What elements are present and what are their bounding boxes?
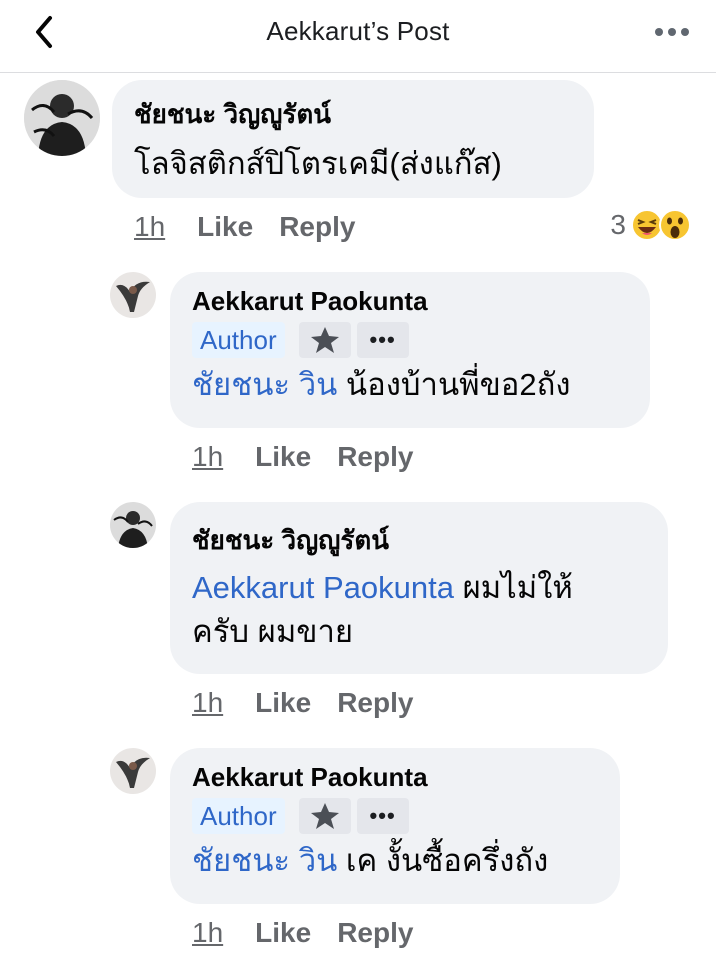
comment-author[interactable]: ชัยชนะ วิญญูรัตน์: [192, 520, 389, 561]
author-badge: Author: [192, 322, 285, 358]
comment-actions: 1h Like Reply: [192, 687, 439, 719]
comment-text: โลจิสติกส์ปิโตรเคมี(ส่งแก๊ส): [134, 146, 502, 181]
reaction-summary[interactable]: 3: [610, 208, 692, 242]
comment-message-line2: ครับ ผมขาย: [192, 614, 354, 649]
star-icon: [310, 803, 339, 829]
like-button[interactable]: Like: [255, 441, 311, 473]
like-button[interactable]: Like: [255, 917, 311, 949]
more-dots-icon: •••: [369, 327, 396, 352]
comment-bubble: ชัยชนะ วิญญูรัตน์ Aekkarut Paokunta ผมไม…: [170, 502, 668, 674]
star-icon: [310, 327, 339, 353]
avatar[interactable]: [24, 80, 100, 156]
comment-text: Aekkarut Paokunta ผมไม่ให้ ครับ ผมขาย: [192, 566, 573, 654]
comment-actions: 1h Like Reply: [134, 211, 381, 243]
comment-text: ชัยชนะ วิน น้องบ้านพี่ขอ2ถัง: [192, 363, 571, 407]
mention-link[interactable]: ชัยชนะ วิน: [192, 367, 337, 402]
comment-message: เค งั้นซื้อครึ่งถัง: [337, 843, 549, 878]
more-dots-icon: •••: [369, 803, 396, 828]
comment-message-line1: ผมไม่ให้: [453, 570, 573, 605]
comment-actions: 1h Like Reply: [192, 917, 439, 949]
more-badges-chip[interactable]: •••: [356, 798, 409, 834]
reply-button[interactable]: Reply: [337, 441, 413, 473]
like-button[interactable]: Like: [255, 687, 311, 719]
like-button[interactable]: Like: [197, 211, 253, 243]
more-badges-chip[interactable]: •••: [356, 322, 409, 358]
comment-bubble: ชัยชนะ วิญญูรัตน์ โลจิสติกส์ปิโตรเคมี(ส่…: [112, 80, 594, 198]
comment-author[interactable]: Aekkarut Paokunta: [192, 762, 548, 793]
reply-button[interactable]: Reply: [279, 211, 355, 243]
avatar[interactable]: [110, 272, 156, 318]
comment-author[interactable]: Aekkarut Paokunta: [192, 286, 571, 317]
comment-actions: 1h Like Reply: [192, 441, 439, 473]
wow-icon: [659, 209, 691, 241]
mention-link[interactable]: ชัยชนะ วิน: [192, 843, 337, 878]
comment-bubble: Aekkarut Paokunta Author ••• ชัยชนะ วิน …: [170, 272, 650, 428]
more-horizontal-icon: [655, 28, 689, 36]
top-bar: Aekkarut’s Post: [0, 0, 716, 73]
comment-author[interactable]: ชัยชนะ วิญญูรัตน์: [134, 94, 331, 135]
avatar[interactable]: [110, 748, 156, 794]
avatar[interactable]: [110, 502, 156, 548]
page-title: Aekkarut’s Post: [266, 16, 450, 46]
reply-button[interactable]: Reply: [337, 687, 413, 719]
reply-button[interactable]: Reply: [337, 917, 413, 949]
comment-message: น้องบ้านพี่ขอ2ถัง: [337, 367, 571, 402]
comment-time[interactable]: 1h: [192, 687, 223, 719]
comment-bubble: Aekkarut Paokunta Author ••• ชัยชนะ วิน …: [170, 748, 620, 904]
mention-link[interactable]: Aekkarut Paokunta: [192, 570, 454, 605]
comment-time[interactable]: 1h: [192, 441, 223, 473]
top-fan-chip[interactable]: [298, 798, 351, 834]
reaction-count: 3: [610, 209, 626, 240]
more-options-button[interactable]: [652, 20, 692, 44]
comment-text: ชัยชนะ วิน เค งั้นซื้อครึ่งถัง: [192, 839, 548, 883]
author-badge: Author: [192, 798, 285, 834]
comment-time[interactable]: 1h: [192, 917, 223, 949]
top-fan-chip[interactable]: [298, 322, 351, 358]
comment-time[interactable]: 1h: [134, 211, 165, 243]
